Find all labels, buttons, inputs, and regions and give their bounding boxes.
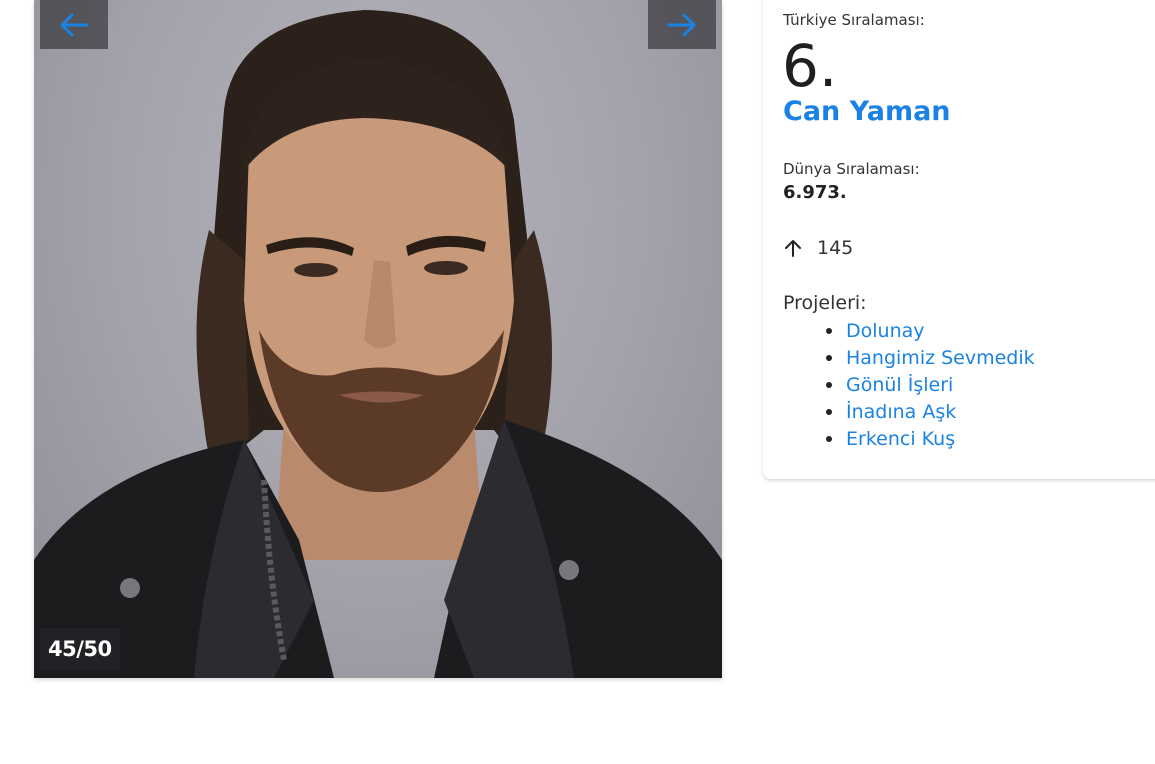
- celebrity-name-link[interactable]: Can Yaman: [783, 96, 951, 127]
- list-item: Dolunay: [826, 319, 1035, 346]
- project-link[interactable]: Gönül İşleri: [846, 374, 953, 396]
- turkey-rank-label: Türkiye Sıralaması:: [783, 11, 925, 29]
- profile-photo: 45/50: [34, 0, 722, 678]
- world-rank-value: 6.973.: [783, 182, 847, 203]
- project-link[interactable]: Hangimiz Sevmedik: [846, 347, 1035, 369]
- next-photo-button[interactable]: [648, 0, 716, 49]
- rank-change-value: 145: [817, 237, 854, 259]
- list-item: Gönül İşleri: [826, 373, 1035, 400]
- turkey-rank-value: 6.: [782, 32, 838, 100]
- project-link[interactable]: Erkenci Kuş: [846, 428, 955, 450]
- projects-label: Projeleri:: [783, 292, 867, 314]
- rank-change: 145: [783, 237, 853, 259]
- world-rank-label: Dünya Sıralaması:: [783, 160, 920, 178]
- previous-photo-button[interactable]: [40, 0, 108, 49]
- photo-counter: 45/50: [40, 628, 120, 670]
- arrow-left-icon: [60, 13, 89, 36]
- arrow-right-icon: [667, 13, 696, 36]
- list-item: Erkenci Kuş: [826, 427, 1035, 454]
- projects-list: Dolunay Hangimiz Sevmedik Gönül İşleri İ…: [826, 319, 1035, 454]
- list-item: İnadına Aşk: [826, 400, 1035, 427]
- list-item: Hangimiz Sevmedik: [826, 346, 1035, 373]
- project-link[interactable]: İnadına Aşk: [846, 401, 956, 423]
- project-link[interactable]: Dolunay: [846, 320, 925, 342]
- portrait-image: [34, 10, 722, 678]
- arrow-up-icon: [785, 240, 801, 257]
